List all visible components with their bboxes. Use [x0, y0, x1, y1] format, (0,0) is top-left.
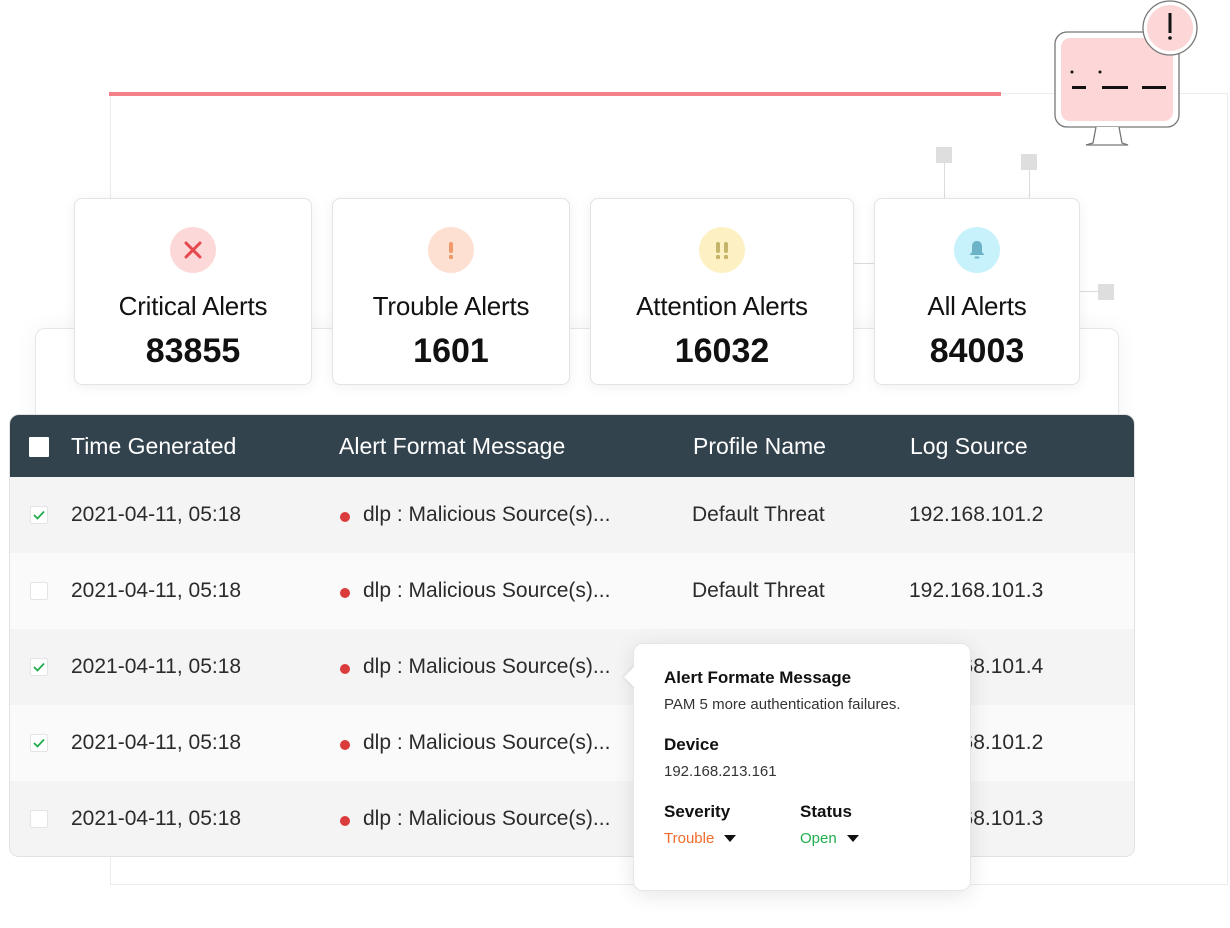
message-cell[interactable]: dlp : Malicious Source(s)...	[363, 503, 610, 527]
all-alerts-card[interactable]: All Alerts 84003	[874, 198, 1080, 385]
card-label: Trouble Alerts	[372, 291, 530, 321]
status-dropdown[interactable]: Open	[800, 830, 859, 847]
source-cell: 192.168.101.2	[909, 503, 1044, 526]
alert-monitor-illustration	[1054, 0, 1198, 146]
severity-dot-icon	[340, 816, 350, 826]
status-label: Status	[800, 802, 852, 821]
message-label: Alert Formate Message	[664, 668, 852, 687]
select-all-checkbox[interactable]	[29, 437, 49, 457]
severity-dropdown[interactable]: Trouble	[664, 830, 737, 847]
card-label: All Alerts	[927, 291, 1027, 321]
message-cell[interactable]: dlp : Malicious Source(s)...	[363, 579, 610, 603]
card-label: Critical Alerts	[118, 291, 268, 321]
caret-down-icon	[724, 835, 737, 842]
severity-label: Severity	[664, 802, 731, 821]
double-exclamation-icon	[699, 227, 745, 273]
connector-line	[1080, 291, 1098, 292]
connector-node	[936, 147, 952, 163]
source-cell: 192.168.101.3	[909, 579, 1044, 602]
time-cell: 2021-04-11, 05:18	[71, 731, 242, 754]
check-icon	[33, 738, 45, 748]
connector-node	[1098, 284, 1114, 300]
time-cell: 2021-04-11, 05:18	[71, 503, 242, 526]
column-header-profile[interactable]: Profile Name	[693, 433, 826, 460]
severity-value: Trouble	[664, 830, 715, 847]
critical-alerts-card[interactable]: Critical Alerts 83855	[74, 198, 312, 385]
message-value: PAM 5 more authentication failures.	[664, 696, 901, 713]
row-checkbox-checked[interactable]	[30, 658, 48, 676]
severity-dot-icon	[340, 664, 350, 674]
profile-cell: Default Threat	[692, 579, 825, 602]
table-row[interactable]: 2021-04-11, 05:18 dlp : Malicious Source…	[10, 553, 1134, 629]
row-checkbox[interactable]	[30, 582, 48, 600]
device-value: 192.168.213.161	[664, 763, 777, 780]
message-cell[interactable]: dlp : Malicious Source(s)...	[363, 731, 610, 755]
alert-detail-popover: Alert Formate Message PAM 5 more authent…	[633, 643, 971, 891]
card-label: Attention Alerts	[636, 291, 808, 321]
device-label: Device	[664, 735, 719, 754]
row-checkbox[interactable]	[30, 810, 48, 828]
message-cell[interactable]: dlp : Malicious Source(s)...	[363, 807, 610, 831]
column-header-time[interactable]: Time Generated	[71, 433, 236, 460]
accent-line	[109, 92, 1001, 96]
bell-icon	[954, 227, 1000, 273]
connector-line	[944, 160, 945, 198]
connector-line	[1029, 168, 1030, 198]
time-cell: 2021-04-11, 05:18	[71, 655, 242, 678]
caret-down-icon	[846, 835, 859, 842]
column-header-source[interactable]: Log Source	[910, 433, 1028, 460]
card-count: 84003	[929, 332, 1025, 370]
severity-dot-icon	[340, 588, 350, 598]
table-row[interactable]: 2021-04-11, 05:18 dlp : Malicious Source…	[10, 477, 1134, 553]
check-icon	[33, 510, 45, 520]
status-value: Open	[800, 830, 837, 847]
severity-dot-icon	[340, 740, 350, 750]
column-header-message[interactable]: Alert Format Message	[339, 433, 565, 460]
trouble-alerts-card[interactable]: Trouble Alerts 1601	[332, 198, 570, 385]
exclamation-icon	[428, 227, 474, 273]
row-checkbox-checked[interactable]	[30, 734, 48, 752]
card-count: 1601	[413, 332, 489, 370]
connector-line	[854, 263, 874, 264]
attention-alerts-card[interactable]: Attention Alerts 16032	[590, 198, 854, 385]
connector-node	[1021, 154, 1037, 170]
profile-cell: Default Threat	[692, 503, 825, 526]
card-count: 83855	[145, 332, 241, 370]
check-icon	[33, 662, 45, 672]
row-checkbox-checked[interactable]	[30, 506, 48, 524]
close-icon	[170, 227, 216, 273]
message-cell[interactable]: dlp : Malicious Source(s)...	[363, 655, 610, 679]
severity-dot-icon	[340, 512, 350, 522]
time-cell: 2021-04-11, 05:18	[71, 579, 242, 602]
card-count: 16032	[674, 332, 770, 370]
table-header: Time Generated Alert Format Message Prof…	[10, 415, 1134, 477]
time-cell: 2021-04-11, 05:18	[71, 807, 242, 830]
